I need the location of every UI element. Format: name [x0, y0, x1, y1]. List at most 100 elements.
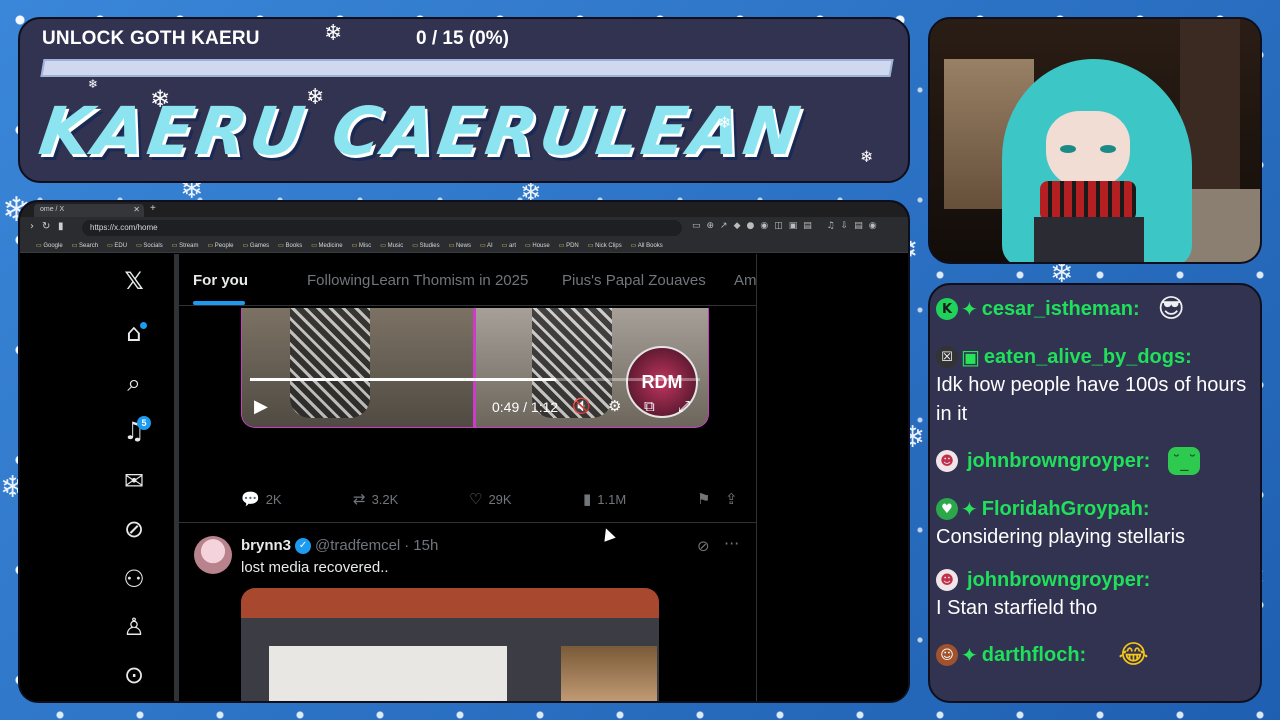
bookmark-icon[interactable]: ▮ — [58, 221, 64, 232]
url-field[interactable]: https://x.com/home — [82, 220, 682, 236]
bookmark-item[interactable]: art — [502, 242, 516, 249]
settings-gear-icon[interactable]: ⚙ — [608, 397, 621, 415]
browser-tab[interactable]: ome / X ✕ — [34, 204, 144, 217]
chat-username[interactable]: johnbrowngroyper — [967, 569, 1144, 592]
home-icon[interactable]: ⌂ — [112, 316, 156, 350]
play-icon[interactable]: ▶ — [254, 396, 268, 417]
goal-progress-bar — [40, 59, 894, 77]
browser-window: ome / X ✕ + › ↻ ▮ https://x.com/home ▭⊕↗… — [18, 200, 910, 703]
chat-username[interactable]: darthfloch — [982, 644, 1080, 667]
chat-message: ♥ ✦ FloridahGroypah : Considering playin… — [936, 495, 1256, 552]
bookmark-item[interactable]: Medicine — [311, 242, 343, 249]
tweet-author-name[interactable]: brynn3 — [241, 537, 291, 554]
views-icon: ▮ — [583, 490, 592, 508]
profile-icon[interactable]: ♙ — [112, 610, 156, 644]
like-button[interactable]: ♡ 29K — [469, 490, 512, 508]
reload-icon[interactable]: ↻ — [42, 221, 50, 232]
bookmark-item[interactable]: Search — [72, 242, 98, 249]
share-button[interactable]: ⇪ — [725, 490, 744, 508]
avatar[interactable] — [194, 536, 232, 574]
tab-learn-thomism[interactable]: Learn Thomism in 2025 — [371, 272, 528, 289]
search-icon[interactable]: ⌕ — [112, 366, 156, 400]
chat-username[interactable]: FloridahGroypah — [982, 498, 1143, 521]
extension-icons[interactable]: ▭⊕↗◆●◉◫▣▤ ♫⇩▤◉ — [692, 221, 883, 231]
tab-following[interactable]: Following — [307, 272, 370, 289]
address-bar: › ↻ ▮ https://x.com/home ▭⊕↗◆●◉◫▣▤ ♫⇩▤◉ — [20, 217, 908, 239]
communities-icon[interactable]: ⚇ — [112, 562, 156, 596]
repost-button[interactable]: ⇄ 3.2K — [353, 490, 398, 508]
x-logo-icon[interactable]: 𝕏 — [112, 264, 156, 298]
bookmark-item[interactable]: Music — [380, 242, 404, 249]
notification-badge: 5 — [137, 416, 151, 430]
bookmark-item[interactable]: People — [207, 242, 234, 249]
chat-username[interactable]: cesar_istheman — [982, 298, 1133, 321]
bookmark-item[interactable]: Nick Clips — [588, 242, 622, 249]
tab-am[interactable]: Am — [734, 272, 756, 289]
mouse-cursor-icon — [600, 526, 616, 542]
fullscreen-icon[interactable]: ⤢ — [678, 397, 690, 415]
forward-icon[interactable]: › — [30, 221, 34, 232]
avatar-scarf — [1040, 181, 1136, 221]
chat-message: ☺ ✦ darthfloch : 😂 — [936, 640, 1256, 670]
tab-papal-zouaves[interactable]: Pius's Papal Zouaves — [562, 272, 706, 289]
tab-for-you[interactable]: For you — [193, 272, 248, 289]
views-button[interactable]: ▮ 1.1M — [583, 490, 626, 508]
heart-icon: ♡ — [469, 490, 483, 508]
grok-icon[interactable]: ⊘ — [112, 512, 156, 546]
tweet-text: lost media recovered.. — [241, 559, 389, 576]
sub-badge-icon: ✦ — [961, 497, 978, 521]
bookmark-item[interactable]: PDN — [559, 242, 579, 249]
goal-count: 0 / 15 (0%) — [416, 28, 509, 49]
tweet-handle[interactable]: @tradfemcel — [315, 537, 400, 554]
chat-message: ☻ johnbrowngroyper : ˘_˘ — [936, 447, 1256, 475]
more-icon[interactable]: ⊙ — [112, 658, 156, 692]
x-sidebar: 𝕏 ⌂ ⌕ ♫ 5 ✉ ⊘ ⚇ ♙ ⊙ — [112, 254, 156, 701]
chat-colon: : — [1142, 497, 1150, 520]
crying-laughing-emote-icon: 😂 — [1118, 640, 1149, 670]
avatar-eye — [1060, 145, 1076, 153]
chat-username[interactable]: johnbrowngroyper — [967, 450, 1144, 473]
heart-badge-icon: ♥ — [936, 498, 958, 520]
bookmark-item[interactable]: All Books — [631, 242, 663, 249]
tweet-media[interactable] — [241, 588, 659, 701]
active-tab-underline — [193, 301, 245, 305]
bookmark-item[interactable]: Books — [278, 242, 303, 249]
avatar-badge-icon: ☻ — [936, 569, 958, 591]
chat-text: Considering playing stellaris — [936, 526, 1186, 548]
tweet-timestamp[interactable]: 15h — [413, 537, 438, 554]
bookmark-item[interactable]: EDU — [107, 242, 127, 249]
muted-badge-icon: ☒ — [936, 346, 958, 368]
reply-button[interactable]: 💬 2K — [241, 490, 282, 508]
goal-progress-fill — [42, 61, 46, 75]
share-icon: ⇪ — [725, 490, 738, 508]
browser-tabstrip: ome / X ✕ + — [20, 202, 908, 217]
bookmark-button[interactable]: ⚑ — [697, 490, 716, 508]
bookmark-item[interactable]: Studies — [412, 242, 440, 249]
bookmark-item[interactable]: Misc — [352, 242, 371, 249]
verified-check-icon: ✓ — [295, 537, 312, 554]
bookmark-item[interactable]: Games — [242, 242, 269, 249]
bookmark-item[interactable]: News — [449, 242, 471, 249]
timeline-tabs: For you Following Learn Thomism in 2025 … — [179, 254, 756, 306]
chat-colon: : — [1132, 297, 1140, 320]
close-tab-icon[interactable]: ✕ — [133, 205, 140, 214]
mute-icon[interactable]: 🔇 — [572, 397, 591, 415]
chat-message: ☒ ▣ eaten_alive_by_dogs : Idk how people… — [936, 343, 1256, 429]
bookmark-icon: ⚑ — [697, 490, 711, 508]
bookmark-item[interactable]: Google — [36, 242, 62, 249]
new-tab-icon[interactable]: + — [150, 203, 156, 214]
chat-username[interactable]: eaten_alive_by_dogs — [984, 346, 1185, 369]
snowflake-icon: ❄ — [718, 113, 732, 132]
bookmark-item[interactable]: Socials — [136, 242, 162, 249]
messages-icon[interactable]: ✉ — [112, 464, 156, 498]
bookmark-item[interactable]: House — [525, 242, 549, 249]
video-player[interactable]: RDM ▶ 0:49 / 1:12 🔇 ⚙ ⧉ ⤢ — [241, 308, 709, 428]
pip-icon[interactable]: ⧉ — [644, 397, 655, 415]
bookmark-item[interactable]: Stream — [172, 242, 198, 249]
video-progress-bar[interactable] — [250, 378, 700, 381]
notifications-icon[interactable]: ♫ 5 — [112, 414, 156, 448]
more-options-icon[interactable]: ··· — [724, 534, 739, 553]
repost-icon: ⇄ — [353, 490, 366, 508]
bookmark-item[interactable]: AI — [480, 242, 493, 249]
grok-icon[interactable]: ⊘ — [697, 537, 710, 555]
